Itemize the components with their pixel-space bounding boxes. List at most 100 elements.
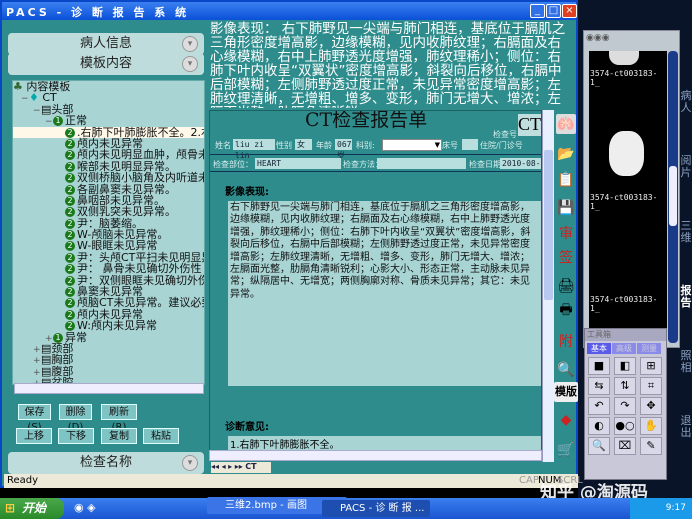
name-field[interactable]: liu zi lin (233, 139, 275, 160)
layout-1x1-icon[interactable]: ■ (588, 357, 610, 375)
exam-name-panel[interactable]: 检查名称 ▾ (8, 452, 204, 474)
viewer-controls[interactable]: ◉◉◉ (586, 33, 610, 43)
side-menu-item[interactable]: 病人 (680, 90, 692, 114)
save-button[interactable]: 保存(S) (18, 404, 51, 433)
side-menu-item[interactable]: 照相 (680, 350, 692, 374)
form-vertical-scrollbar[interactable] (542, 110, 554, 462)
tab-advanced[interactable]: 高级 (612, 343, 636, 354)
number-two-icon: 2 (65, 264, 75, 275)
maximize-button[interactable]: □ (546, 4, 561, 18)
pan-icon[interactable]: ✥ (640, 397, 662, 415)
patient-info-panel[interactable]: 病人信息 ▾ (8, 33, 204, 55)
open-folder-icon[interactable]: 📂 (556, 144, 576, 164)
number-two-icon: 2 (65, 241, 75, 252)
sex-label: 性别 (276, 141, 292, 150)
dept-select[interactable]: ▼ (382, 139, 442, 151)
findings-textarea[interactable]: 右下肺野见一尖端与肺门相连，基底位于膈肌之三角形密度增高影，边缘模糊，见内收肺纹… (228, 201, 541, 386)
divider (210, 154, 541, 155)
layout-2x2-icon[interactable]: ⊞ (640, 357, 662, 375)
toolbox-title: 工具箱 (585, 329, 666, 341)
ct-image (609, 131, 644, 176)
minimize-button[interactable]: _ (530, 4, 545, 18)
date-field[interactable]: 2010-08- (500, 158, 541, 169)
tab-measure[interactable]: 测量 (637, 343, 661, 354)
dropdown-arrow-icon[interactable]: ▼ (435, 141, 440, 149)
delete-button[interactable]: 删除(D) (59, 404, 92, 433)
opinion-textarea[interactable]: 1.右肺下叶肺膨胀不全。 (228, 436, 541, 451)
hand-icon[interactable]: ✋ (640, 417, 662, 435)
bed-field[interactable] (462, 139, 478, 150)
chevron-down-icon[interactable]: ▾ (182, 455, 198, 471)
save-disk-icon[interactable]: 💾 (556, 198, 576, 218)
sign-icon[interactable]: 签 (556, 248, 576, 268)
age-label: 年龄 (316, 141, 332, 150)
flip-vertical-icon[interactable]: ⇅ (614, 377, 636, 395)
rotate-right-icon[interactable]: ↷ (614, 397, 636, 415)
close-button[interactable]: × (562, 4, 577, 18)
form-horizontal-scrollbar[interactable] (209, 450, 542, 461)
sheet-nav[interactable]: ◂◂ ◂ ▸ ▸▸ CT (211, 462, 271, 473)
tab-basic[interactable]: 基本 (587, 343, 611, 354)
divider (210, 171, 541, 172)
start-label: 开始 (22, 501, 47, 515)
number-two-icon: 2 (65, 252, 75, 263)
template-tree[interactable]: ♣ 内容模板 −♦ CT −▤头部 −1正常 2.右肺下叶肺膨胀不全。2.右肺2… (12, 80, 205, 385)
refresh-button[interactable]: 刷新(R) (101, 404, 137, 433)
magnifier-icon[interactable]: 🔍 (588, 437, 610, 455)
image-strip[interactable]: 3574-ct003183-1_ 3574-ct003183-1_ 3574-c… (589, 51, 667, 343)
fit-icon[interactable]: ⌗ (640, 377, 662, 395)
lungs-icon[interactable]: 🫁 (556, 114, 576, 134)
annotate-icon[interactable]: ✎ (640, 437, 662, 455)
description-text: 影像表现： 右下肺野见一尖端与肺门相连，基底位于膈肌之三角形密度增高影，边缘模糊… (210, 21, 566, 108)
viewer-scrollbar[interactable] (668, 51, 678, 343)
start-button[interactable]: ⊞ 开始 (0, 498, 64, 519)
paste-button[interactable]: 粘贴 (143, 428, 179, 444)
template-button[interactable]: 模版 (554, 382, 578, 402)
chevron-down-icon[interactable]: ▾ (182, 36, 198, 52)
search-icon[interactable]: 🔍 (556, 360, 576, 380)
printer-icon[interactable]: 🖨 (556, 276, 576, 296)
move-up-button[interactable]: 上移 (16, 428, 52, 444)
side-menu-item[interactable]: 退出 (680, 415, 692, 439)
number-one-icon: 1 (53, 116, 63, 127)
side-menu-item[interactable]: 三维 (680, 220, 692, 244)
tree-item[interactable]: 2 W:颅内未见异常 (13, 320, 204, 331)
print-preview-icon[interactable]: 🖶 (556, 300, 576, 320)
sheet-tab-ct[interactable]: CT (245, 462, 256, 471)
number-two-icon: 2 (65, 150, 75, 161)
scroll-thumb[interactable] (544, 150, 553, 300)
attach-icon[interactable]: 附 (556, 332, 576, 352)
cart-icon[interactable]: 🛒 (556, 440, 576, 460)
clipboard-icon[interactable]: 📋 (556, 170, 576, 190)
template-content-panel[interactable]: 模板内容 ▾ (8, 53, 204, 75)
patient-info-label: 病人信息 (79, 36, 132, 51)
chevron-down-icon[interactable]: ▾ (182, 56, 198, 72)
method-field[interactable] (377, 158, 466, 169)
window-level-icon[interactable]: ●○ (614, 417, 636, 435)
status-text: Ready (7, 475, 39, 486)
pacs-window: PACS - 诊 断 报 告 系 统 _ □ × 病人信息 ▾ 模板内容 ▾ ♣ 内… (0, 0, 583, 488)
sex-field[interactable]: 女 (295, 139, 312, 150)
dice-icon[interactable]: ◆ (556, 410, 576, 430)
part-field[interactable]: HEART (255, 158, 341, 169)
number-two-icon: 2 (65, 275, 75, 286)
quicklaunch-icon[interactable]: ◉ ◈ (74, 501, 96, 514)
age-field[interactable]: 067岁 (335, 139, 352, 160)
side-menu-item[interactable]: 报告 (680, 285, 692, 309)
crop-icon[interactable]: ⌧ (614, 437, 636, 455)
clock: 9:17 (665, 503, 686, 513)
contrast-icon[interactable]: ◐ (588, 417, 610, 435)
rotate-left-icon[interactable]: ↶ (588, 397, 610, 415)
taskbar-item-pacs[interactable]: PACS - 诊 断 报 ... (322, 500, 430, 517)
number-two-icon: 2 (65, 161, 75, 172)
scroll-thumb[interactable] (669, 166, 677, 226)
side-menu-item[interactable]: 阅片 (680, 155, 692, 179)
move-down-button[interactable]: 下移 (58, 428, 94, 444)
image-label: 3574-ct003183-1_ (590, 193, 658, 211)
copy-button[interactable]: 复制 (101, 428, 137, 444)
tree-node-head[interactable]: −▤头部 (13, 104, 204, 116)
audit-icon[interactable]: 审 (556, 224, 576, 244)
tree-horizontal-scrollbar[interactable] (14, 383, 204, 394)
flip-horizontal-icon[interactable]: ⇆ (588, 377, 610, 395)
layout-1x2-icon[interactable]: ◧ (614, 357, 636, 375)
